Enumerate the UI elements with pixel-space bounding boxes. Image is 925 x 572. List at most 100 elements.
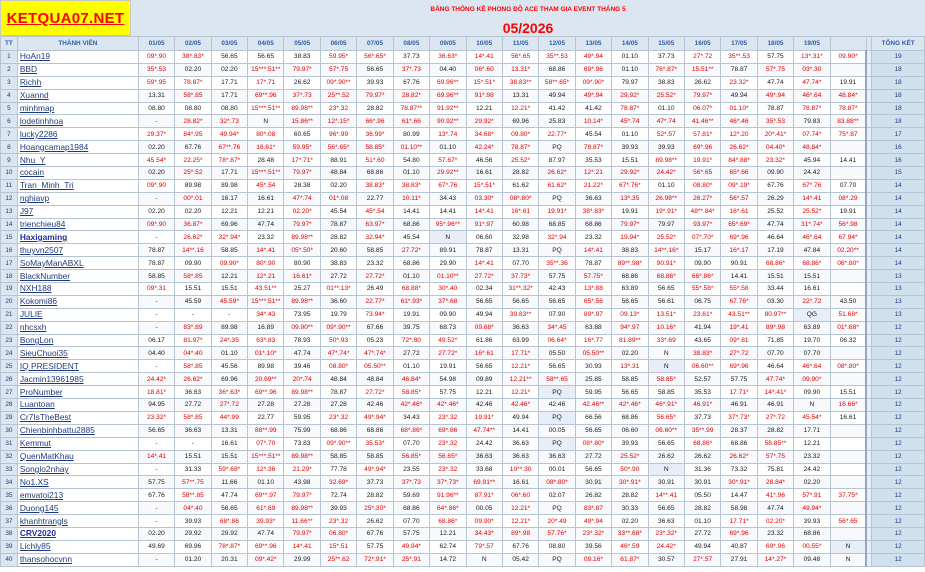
member-name-link[interactable]: Cr7IsTheBest <box>16 410 139 425</box>
member-name-link[interactable]: BongLon <box>16 333 139 348</box>
col-date: 06/05 <box>319 36 358 51</box>
member-name-link[interactable]: lodetinhhoa <box>16 114 139 129</box>
day-cell: 38.83* <box>356 178 394 193</box>
total-cell: 12 <box>871 501 925 516</box>
day-cell: 39.93 <box>793 514 831 528</box>
day-cell: 37.73 <box>647 50 685 64</box>
day-cell: 19.91 <box>611 204 649 219</box>
day-cell: 20*.49 <box>538 514 576 528</box>
member-name-link[interactable]: No1.XS <box>16 475 139 490</box>
day-cell: 29.90 <box>429 256 467 271</box>
total-cell: 12 <box>871 359 925 374</box>
member-name-link[interactable]: emvatoi213 <box>16 488 139 503</box>
day-cell: 47.74 <box>756 75 795 90</box>
day-cell: 84*.95 <box>174 127 212 142</box>
member-name-link[interactable]: IQ PRESIDENT <box>16 359 139 374</box>
total-cell: 12 <box>871 385 925 400</box>
day-cell: 19.94* <box>611 230 649 245</box>
member-name-link[interactable]: NXH188 <box>16 282 139 296</box>
member-name-link[interactable]: QuenMatKhau <box>16 449 139 464</box>
day-cell: N <box>829 552 867 567</box>
member-name-link[interactable]: CRV2020 <box>16 526 139 541</box>
day-cell: 16.17 <box>210 191 249 206</box>
day-cell: 47*.74 <box>647 114 685 129</box>
day-cell: 39.93 <box>647 140 685 155</box>
member-name-link[interactable]: khanhtrangls <box>16 514 139 528</box>
member-name-link[interactable]: ProNumber <box>16 385 139 400</box>
member-name-link[interactable]: Songlo2nhay <box>16 462 139 477</box>
day-cell: 25.85 <box>574 372 613 387</box>
day-cell <box>829 462 867 477</box>
member-name-link[interactable]: Xuannd <box>16 88 139 103</box>
col-date: 01/05 <box>137 36 176 51</box>
day-cell: 79.97 <box>647 217 685 232</box>
member-name-link[interactable]: SieuChuoi35 <box>16 346 139 361</box>
member-name-link[interactable]: SoMayManABXL <box>16 256 139 271</box>
member-name-link[interactable]: Kemmut <box>16 436 139 451</box>
member-name-link[interactable]: Haxigaming <box>16 230 139 245</box>
day-cell: 00.01 <box>538 462 576 477</box>
member-name-link[interactable]: thansohocvnn <box>16 552 139 567</box>
day-cell: 37.73 <box>683 410 722 425</box>
member-name-link[interactable]: Duong145 <box>16 501 139 516</box>
member-name-link[interactable]: Tran_Minh_Tri <box>16 178 139 193</box>
member-name-link[interactable]: J97 <box>16 204 139 219</box>
member-name-link[interactable]: minhmap <box>16 101 139 116</box>
day-cell: 06.60** <box>683 359 722 374</box>
member-name-link[interactable]: thuyvn2507 <box>16 243 139 258</box>
member-name-link[interactable]: nhcsxh <box>16 320 139 335</box>
col-date: 09/05 <box>429 36 467 51</box>
day-cell: 58*.85 <box>174 359 212 374</box>
day-cell: 42*.46* <box>611 398 649 412</box>
day-cell: 78.87* <box>611 101 649 116</box>
member-name-link[interactable]: Hoangcamap1984 <box>16 140 139 155</box>
day-cell: 58.85** <box>756 436 795 451</box>
day-cell: N <box>465 552 503 567</box>
day-cell: 01.10 <box>683 514 722 528</box>
day-cell: 91.92** <box>429 101 467 116</box>
member-name-link[interactable]: BBD <box>16 62 139 77</box>
day-cell: 02.20 <box>137 526 176 541</box>
member-name-link[interactable]: Chienbinhbattu2885 <box>16 423 139 438</box>
day-cell: 29.92 <box>174 526 212 541</box>
site-logo[interactable]: KETQUA07.NET <box>0 0 131 36</box>
member-name-link[interactable]: Lichly85 <box>16 539 139 554</box>
day-cell: 59.95* <box>319 50 358 64</box>
day-cell <box>829 282 867 296</box>
table-row: 38 CRV2020 02.20 29.92 29.92 47.74 79.97* 06.80… <box>0 526 925 541</box>
day-cell: 49.94* <box>793 501 831 516</box>
row-index: 26 <box>0 372 18 387</box>
day-cell: 56*.65 <box>501 50 540 64</box>
day-cell: 36.63 <box>174 423 212 438</box>
day-cell: 94.95 <box>137 398 176 412</box>
member-name-link[interactable]: cocain <box>16 166 139 180</box>
day-cell: 91*.97 <box>465 217 503 232</box>
member-name-link[interactable]: Luantoan <box>16 398 139 412</box>
day-cell: 57**.75 <box>174 475 212 490</box>
day-cell: 47.74 <box>756 501 795 516</box>
day-cell: 69.96** <box>429 75 467 90</box>
day-cell: - <box>137 114 176 129</box>
member-name-link[interactable]: JULIE <box>16 307 139 322</box>
member-name-link[interactable]: nghiavp <box>16 191 139 206</box>
member-name-link[interactable]: Jacmin13961985 <box>16 372 139 387</box>
member-name-link[interactable]: Kokomi86 <box>16 294 139 309</box>
member-name-link[interactable]: BlackNumber <box>16 269 139 284</box>
member-name-link[interactable]: HoAn19 <box>16 50 139 64</box>
day-cell: - <box>174 436 212 451</box>
day-cell: 89**.98* <box>611 256 649 271</box>
member-name-link[interactable]: Nhu_Y <box>16 153 139 168</box>
day-cell: 13*.74 <box>429 127 467 142</box>
day-cell: 68*.86* <box>392 423 431 438</box>
member-name-link[interactable]: Richh <box>16 75 139 90</box>
day-cell: 69**.97 <box>247 488 285 503</box>
day-cell: 63.89 <box>611 282 649 296</box>
day-cell: 45.59* <box>210 294 249 309</box>
member-name-link[interactable]: lucky2286 <box>16 127 139 142</box>
member-name-link[interactable]: trienchieu84 <box>16 217 139 232</box>
day-cell: 46*.64 <box>793 88 831 103</box>
day-cell: 01.10 <box>210 346 249 361</box>
day-cell: 61.62 <box>501 178 540 193</box>
day-cell: 27*.57 <box>683 552 722 567</box>
table-row: 10 cocain 02.20 25*.52 17.71 15***.51** 79.97*… <box>0 166 925 180</box>
